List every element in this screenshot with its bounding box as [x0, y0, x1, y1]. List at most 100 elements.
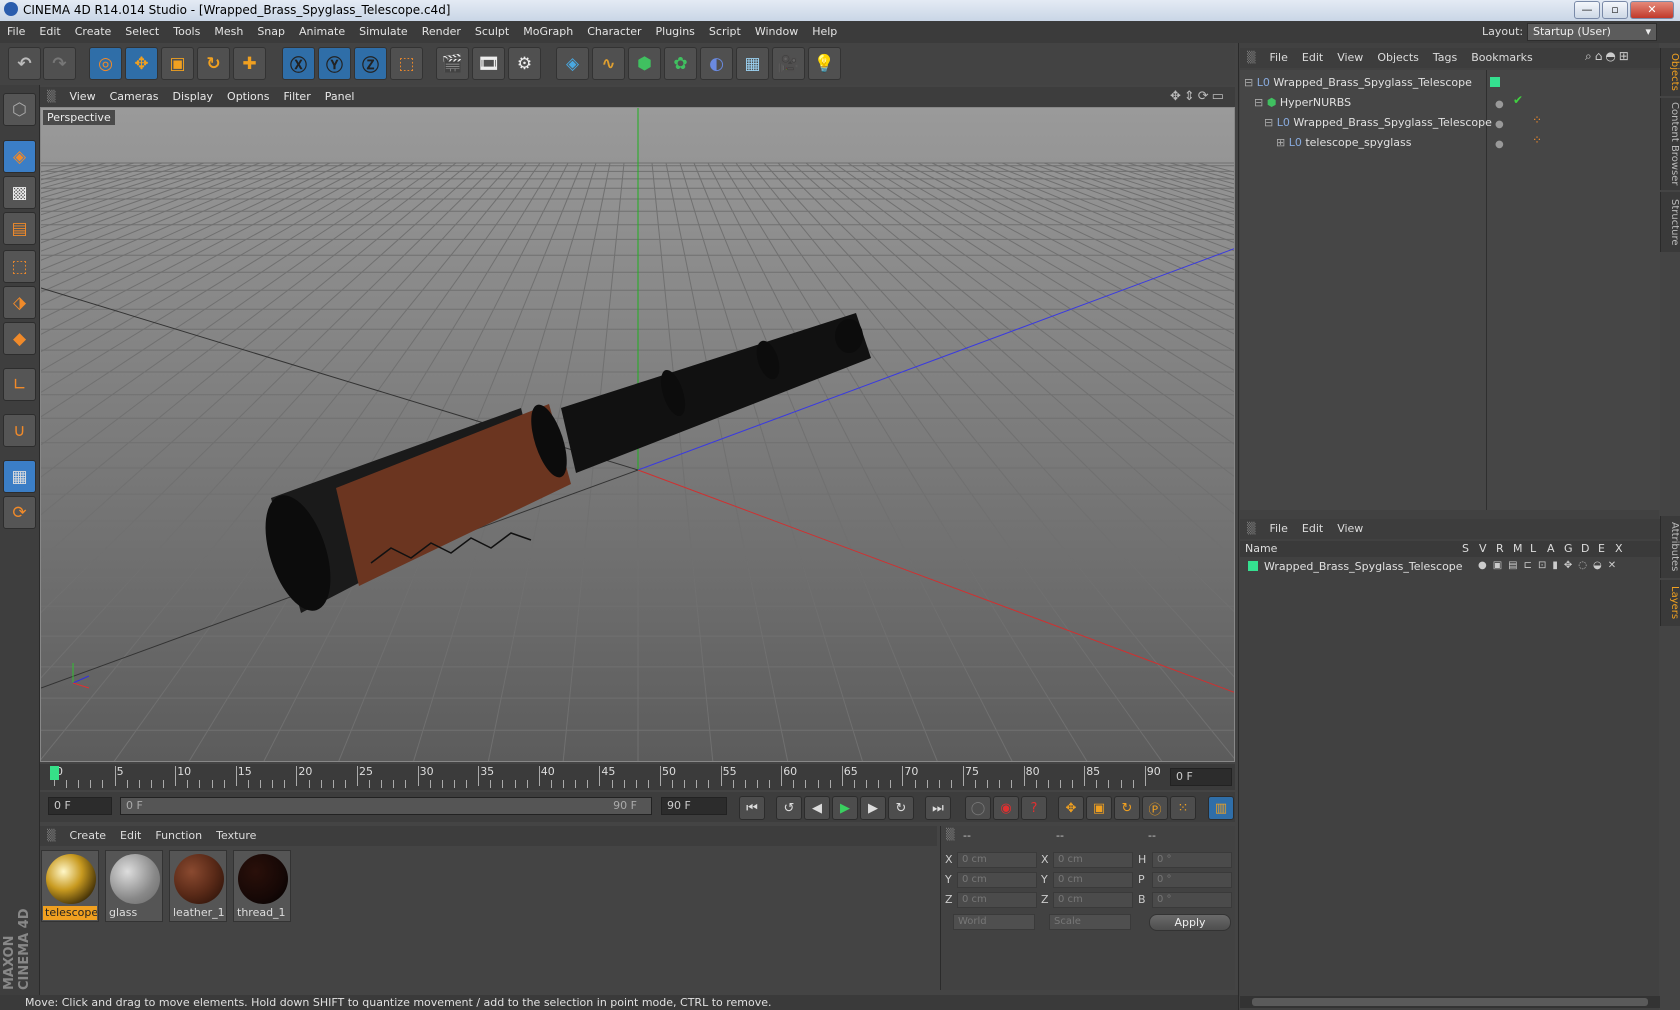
object-row[interactable]: ⊟ L0 Wrapped_Brass_Spyglass_Telescope [1264, 113, 1492, 132]
cube-primitive-icon[interactable]: ◈ [556, 47, 589, 80]
render-view-icon[interactable]: 🎬 [436, 47, 469, 80]
menu-render[interactable]: Render [415, 21, 468, 43]
menu-window[interactable]: Window [748, 21, 805, 43]
material-tag-icon[interactable]: ⁘ [1532, 133, 1542, 147]
snap-grid-icon[interactable]: ▦ [3, 460, 36, 493]
render-settings-icon[interactable]: ⚙ [508, 47, 541, 80]
tab-content-browser[interactable]: Content Browser [1660, 98, 1680, 190]
material-menu-function[interactable]: Function [148, 826, 209, 846]
key-parameter-icon[interactable]: Ⓟ [1142, 796, 1168, 820]
layout-select[interactable]: Startup (User) ▾ [1527, 23, 1657, 41]
perspective-viewport[interactable]: Perspective [40, 107, 1235, 762]
menu-mesh[interactable]: Mesh [207, 21, 250, 43]
key-rotation-icon[interactable]: ↻ [1114, 796, 1140, 820]
create-add-icon[interactable]: ✚ [233, 47, 266, 80]
layers-column-s[interactable]: S [1462, 541, 1469, 557]
record-keys-icon[interactable]: ◉ [993, 796, 1019, 820]
spline-pen-icon[interactable]: ∿ [592, 47, 625, 80]
size-y-field[interactable]: 0 cm [1053, 872, 1133, 888]
material-swatch-leather[interactable]: leather_1 [169, 850, 227, 922]
tab-layers[interactable]: Layers [1660, 580, 1680, 626]
menu-select[interactable]: Select [118, 21, 166, 43]
position-z-field[interactable]: 0 cm [957, 892, 1037, 908]
redo-icon[interactable]: ↷ [43, 47, 76, 80]
objects-menu-bookmarks[interactable]: Bookmarks [1464, 48, 1539, 68]
x-axis-icon[interactable]: Ⓧ [282, 47, 315, 80]
menu-animate[interactable]: Animate [292, 21, 352, 43]
array-cloner-icon[interactable]: ✿ [664, 47, 697, 80]
position-x-field[interactable]: 0 cm [957, 852, 1037, 868]
visibility-dots[interactable]: ● ● ● [1495, 95, 1504, 155]
enabled-check-icon[interactable]: ✔ [1513, 93, 1523, 107]
layers-column-m[interactable]: M [1513, 541, 1523, 557]
magnet-icon[interactable]: ∪ [3, 414, 36, 447]
size-x-field[interactable]: 0 cm [1053, 852, 1133, 868]
layers-column-g[interactable]: G [1564, 541, 1573, 557]
workplane-icon[interactable]: ▤ [3, 212, 36, 245]
play-forward-icon[interactable]: ▶ [832, 796, 858, 820]
material-tag-icon[interactable]: ⁘ [1532, 113, 1542, 127]
menu-plugins[interactable]: Plugins [649, 21, 702, 43]
viewport-menu-filter[interactable]: Filter [276, 87, 317, 107]
tab-structure[interactable]: Structure [1660, 192, 1680, 252]
next-frame-icon[interactable]: ▶ [860, 796, 886, 820]
objects-menu-objects[interactable]: Objects [1370, 48, 1426, 68]
material-swatch-glass[interactable]: glass [105, 850, 163, 922]
menu-snap[interactable]: Snap [250, 21, 292, 43]
locked-workplane-icon[interactable]: ⟳ [3, 496, 36, 529]
light-icon[interactable]: 💡 [808, 47, 841, 80]
menu-simulate[interactable]: Simulate [352, 21, 415, 43]
close-window-button[interactable]: ✕ [1630, 1, 1674, 19]
object-row[interactable]: ⊟ ⬢ HyperNURBS [1254, 93, 1351, 112]
material-menu-texture[interactable]: Texture [209, 826, 263, 846]
rotate-icon[interactable]: ↻ [197, 47, 230, 80]
viewport-menu-panel[interactable]: Panel [318, 87, 362, 107]
previous-frame-icon[interactable]: ◀ [804, 796, 830, 820]
live-select-icon[interactable]: ◎ [89, 47, 122, 80]
menu-character[interactable]: Character [580, 21, 648, 43]
layer-flag-icons[interactable]: ●▣▤⊏⊡▮✥◌◒✕ [1478, 560, 1622, 571]
current-frame-field[interactable]: 0 F [1170, 768, 1232, 786]
layers-menu-view[interactable]: View [1330, 519, 1370, 539]
go-to-end-icon[interactable]: ⏭ [925, 796, 951, 820]
timeline-window-icon[interactable]: ▥ [1208, 796, 1234, 820]
layers-column-l[interactable]: L [1530, 541, 1536, 557]
viewport-menu-options[interactable]: Options [220, 87, 276, 107]
layer-row[interactable]: Wrapped_Brass_Spyglass_Telescope [1248, 557, 1463, 576]
layers-column-v[interactable]: V [1479, 541, 1487, 557]
key-pla-icon[interactable]: ⁙ [1170, 796, 1196, 820]
edges-mode-icon[interactable]: ⬗ [3, 286, 36, 319]
tab-attributes[interactable]: Attributes [1660, 516, 1680, 578]
menu-script[interactable]: Script [702, 21, 748, 43]
playhead-marker[interactable] [50, 766, 59, 780]
subdivision-nurbs-icon[interactable]: ⬢ [628, 47, 661, 80]
viewport-nav-icons[interactable]: ✥⇕⟳▭ [1170, 89, 1227, 104]
end-frame-field[interactable]: 90 F [661, 797, 727, 815]
camera-icon[interactable]: 🎥 [772, 47, 805, 80]
viewport-menu-cameras[interactable]: Cameras [103, 87, 166, 107]
help-key-icon[interactable]: ? [1021, 796, 1047, 820]
material-swatch-telescope[interactable]: telescope_ [41, 850, 99, 922]
objects-menu-tags[interactable]: Tags [1426, 48, 1464, 68]
menu-file[interactable]: File [0, 21, 32, 43]
objects-menu-file[interactable]: File [1262, 48, 1294, 68]
autokey-icon[interactable]: ◯ [965, 796, 991, 820]
objects-menu-view[interactable]: View [1330, 48, 1370, 68]
start-frame-field[interactable]: 0 F [48, 797, 112, 815]
make-editable-icon[interactable]: ⬡ [3, 93, 36, 126]
menu-tools[interactable]: Tools [166, 21, 207, 43]
material-menu-edit[interactable]: Edit [113, 826, 148, 846]
viewport-menu-view[interactable]: View [62, 87, 102, 107]
undo-icon[interactable]: ↶ [8, 47, 41, 80]
object-row[interactable]: ⊞ L0 telescope_spyglass [1276, 133, 1411, 152]
size-z-field[interactable]: 0 cm [1053, 892, 1133, 908]
points-mode-icon[interactable]: ⬚ [3, 250, 36, 283]
move-icon[interactable]: ✥ [125, 47, 158, 80]
layers-column-r[interactable]: R [1496, 541, 1504, 557]
rotation-h-field[interactable]: 0 ° [1152, 852, 1232, 868]
size-mode-select[interactable]: Scale [1049, 914, 1131, 930]
rotation-b-field[interactable]: 0 ° [1152, 892, 1232, 908]
object-row[interactable]: ⊟ L0 Wrapped_Brass_Spyglass_Telescope [1244, 73, 1472, 92]
next-key-icon[interactable]: ↻ [888, 796, 914, 820]
scrollbar-thumb[interactable] [1252, 998, 1648, 1006]
